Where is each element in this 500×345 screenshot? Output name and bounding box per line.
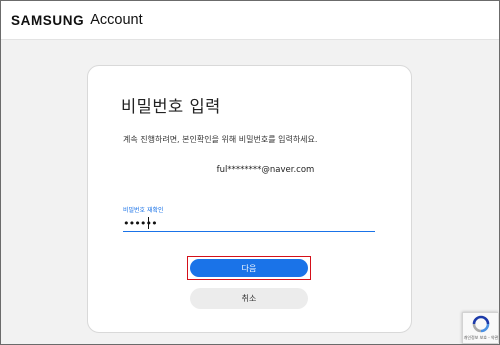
cancel-button[interactable]: 취소 [190, 288, 308, 309]
page-title: 비밀번호 입력 [121, 97, 221, 116]
header: SAMSUNG Account [1, 1, 499, 40]
instruction-text: 계속 진행하려면, 본인확인을 위해 비밀번호를 입력하세요. [123, 135, 318, 144]
recaptcha-text[interactable]: 개인정보 보호 - 약관 [463, 335, 499, 341]
password-card: 비밀번호 입력 계속 진행하려면, 본인확인을 위해 비밀번호를 입력하세요. … [87, 65, 412, 333]
password-field-label: 비밀번호 재확인 [123, 207, 164, 214]
samsung-logo[interactable]: SAMSUNG [11, 13, 84, 28]
recaptcha-badge[interactable]: 개인정보 보호 - 약관 [462, 312, 498, 344]
recaptcha-icon [472, 315, 490, 333]
account-label[interactable]: Account [90, 12, 142, 28]
password-field[interactable] [123, 216, 375, 232]
account-email: ful********@naver.com [216, 165, 315, 175]
next-button[interactable]: 다음 [190, 259, 308, 277]
text-caret [148, 217, 149, 229]
